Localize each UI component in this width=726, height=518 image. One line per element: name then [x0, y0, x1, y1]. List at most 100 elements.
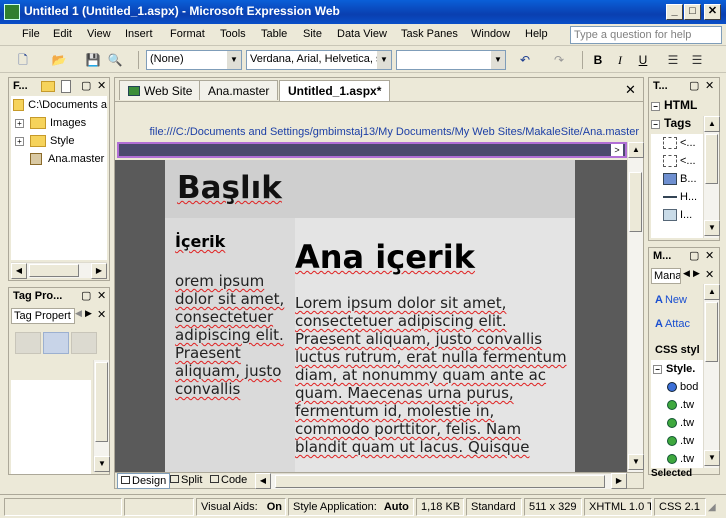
tree-item-ana-master[interactable]: Ana.master [11, 150, 107, 168]
toolbox-section-html[interactable]: − HTML [651, 98, 717, 116]
close-icon[interactable]: ✕ [705, 249, 714, 262]
main-content-region[interactable]: Ana içerik Lorem ipsum dolor sit amet, c… [295, 218, 575, 472]
bold-button[interactable]: B [589, 51, 607, 69]
toolbox-item[interactable]: <... [651, 134, 703, 152]
scroll-right-icon[interactable]: ▶ [91, 263, 107, 279]
font-dropdown[interactable]: Verdana, Arial, Helvetica, s ▼ [246, 50, 392, 70]
vertical-scrollbar[interactable]: ▼ [93, 360, 110, 472]
css-rule[interactable]: .tw [651, 414, 703, 432]
tab-ana-master[interactable]: Ana.master [199, 80, 279, 100]
dock-icon[interactable]: ▢ [689, 79, 699, 92]
tab-scroll-right-icon[interactable]: ▶ [693, 268, 700, 279]
toolbox-item[interactable]: B... [651, 170, 703, 188]
scroll-up-icon[interactable]: ▲ [704, 284, 720, 300]
toolbox-item[interactable]: H... [651, 188, 703, 206]
view-code-tab[interactable]: Code [207, 473, 250, 489]
scroll-thumb[interactable] [29, 264, 79, 277]
close-window-button[interactable]: ✕ [704, 4, 721, 20]
scroll-thumb[interactable] [705, 134, 718, 184]
tree-item-images[interactable]: + Images [11, 114, 107, 132]
categorized-view-icon[interactable] [15, 332, 41, 354]
menu-table[interactable]: Table [261, 28, 287, 40]
scroll-down-icon[interactable]: ▼ [704, 220, 720, 236]
undo-icon[interactable]: ↶ [516, 51, 534, 69]
style-file-node[interactable]: − Style. [651, 360, 703, 378]
expand-icon[interactable]: + [15, 136, 24, 146]
toolbox-section-tags[interactable]: − Tags [651, 116, 703, 134]
sidebar-region[interactable]: İçerik orem ipsum dolor sit amet, consec… [165, 218, 295, 472]
attach-style-link[interactable]: A Attac [655, 318, 690, 330]
page-header-region[interactable]: Başlık [165, 160, 575, 218]
toolbox-item[interactable]: I... [651, 206, 703, 224]
close-icon[interactable]: ✕ [97, 308, 106, 321]
scroll-down-icon[interactable]: ▼ [628, 454, 644, 470]
collapse-icon[interactable]: − [651, 120, 660, 129]
menu-site[interactable]: Site [303, 28, 322, 40]
scroll-thumb[interactable] [95, 362, 108, 442]
dock-icon[interactable]: ▢ [81, 79, 91, 92]
menu-edit[interactable]: Edit [53, 28, 72, 40]
help-search-input[interactable]: Type a question for help [570, 26, 722, 44]
toolbox-item[interactable]: <... [651, 152, 703, 170]
visual-aids-status[interactable]: Visual Aids: On [196, 498, 286, 516]
scroll-thumb[interactable] [705, 302, 718, 362]
expand-icon[interactable]: + [15, 118, 24, 128]
vertical-scrollbar[interactable]: ▲ ▼ [703, 116, 720, 238]
scroll-right-icon[interactable]: ▶ [611, 473, 627, 489]
mode-status[interactable]: Standard [466, 498, 522, 516]
menu-data-view[interactable]: Data View [337, 28, 387, 40]
doctype-status[interactable]: XHTML 1.0 T [584, 498, 652, 516]
css-rule[interactable]: .tw [651, 396, 703, 414]
menu-window[interactable]: Window [471, 28, 510, 40]
scroll-up-icon[interactable]: ▲ [704, 116, 720, 132]
minimize-button[interactable]: _ [666, 4, 683, 20]
chevron-right-icon[interactable]: > [611, 144, 623, 156]
menu-task-panes[interactable]: Task Panes [401, 28, 458, 40]
tab-scroll-right-icon[interactable]: ▶ [85, 308, 92, 319]
italic-button[interactable]: I [611, 51, 629, 69]
alphabetical-view-icon[interactable] [43, 332, 69, 354]
css-version-status[interactable]: CSS 2.1 [654, 498, 706, 516]
tab-scroll-left-icon[interactable]: ◀ [683, 268, 690, 279]
font-size-dropdown[interactable]: ▼ [396, 50, 506, 70]
new-folder-icon[interactable] [41, 81, 55, 92]
scroll-down-icon[interactable]: ▼ [94, 456, 110, 472]
align-center-icon[interactable]: ☰ [688, 51, 706, 69]
scroll-left-icon[interactable]: ◀ [11, 263, 27, 279]
style-dropdown[interactable]: (None) ▼ [146, 50, 242, 70]
save-icon[interactable]: 💾 [84, 51, 102, 69]
close-document-icon[interactable]: ✕ [625, 82, 636, 98]
tab-untitled-aspx[interactable]: Untitled_1.aspx* [279, 80, 391, 101]
scroll-left-icon[interactable]: ◀ [255, 473, 271, 489]
tag-properties-tab[interactable]: Tag Propert [11, 308, 75, 324]
css-rule[interactable]: bod [651, 378, 703, 396]
close-icon[interactable]: ✕ [705, 79, 714, 92]
tree-item-style[interactable]: + Style [11, 132, 107, 150]
new-style-link[interactable]: A New [655, 294, 687, 306]
view-design-tab[interactable]: Design [117, 473, 171, 489]
quick-tag-selector[interactable]: > [117, 142, 627, 158]
close-icon[interactable]: ✕ [97, 79, 106, 92]
align-left-icon[interactable]: ☰ [664, 51, 682, 69]
dimensions-status[interactable]: 511 x 329 [524, 498, 582, 516]
new-page-icon[interactable] [61, 80, 71, 93]
menu-help[interactable]: Help [525, 28, 548, 40]
dock-icon[interactable]: ▢ [81, 289, 91, 302]
menu-view[interactable]: View [87, 28, 111, 40]
new-page-icon[interactable]: 🗋 [14, 51, 32, 69]
tab-scroll-left-icon[interactable]: ◀ [75, 308, 82, 319]
scroll-up-icon[interactable]: ▲ [628, 142, 644, 158]
style-application-status[interactable]: Style Application: Auto [288, 498, 414, 516]
open-icon[interactable]: 📂 [50, 51, 68, 69]
editor-horizontal-scrollbar[interactable]: ◀ ▶ [255, 473, 627, 489]
underline-button[interactable]: U [634, 51, 652, 69]
maximize-button[interactable]: □ [684, 4, 701, 20]
scroll-thumb[interactable] [629, 172, 642, 232]
scroll-thumb[interactable] [275, 475, 605, 488]
manage-styles-tab[interactable]: Mana [651, 268, 681, 284]
menu-tools[interactable]: Tools [220, 28, 246, 40]
vertical-scrollbar[interactable]: ▲ ▼ [703, 284, 720, 468]
menu-insert[interactable]: Insert [125, 28, 153, 40]
scroll-down-icon[interactable]: ▼ [704, 450, 720, 466]
close-icon[interactable]: ✕ [705, 268, 714, 281]
